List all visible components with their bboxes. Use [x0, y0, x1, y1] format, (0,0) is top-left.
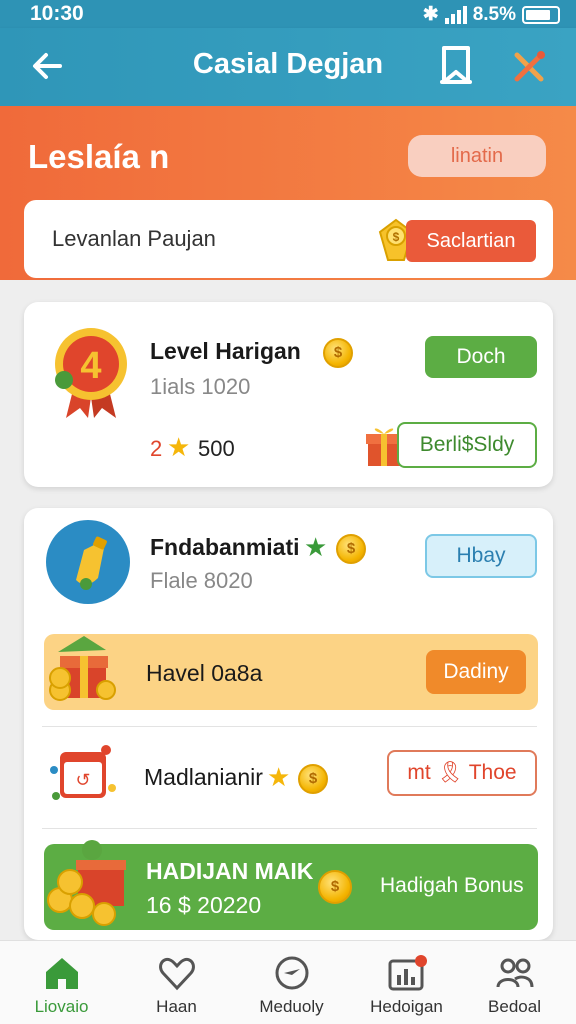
calendar-icon: ↺ [50, 745, 116, 800]
coin-pile-icon [47, 840, 126, 926]
bottom-nav: Liovaio Haan Meduoly Hedoigan Bedoal [0, 940, 576, 1024]
search-label: Levanlan Paujan [52, 226, 216, 251]
promo-row[interactable]: Havel 0a8a Dadiny [44, 634, 538, 710]
bookmark-icon [440, 46, 472, 84]
nav-label: Haan [156, 997, 197, 1016]
bonus-label: Hadigah Bonus [380, 874, 524, 897]
promo-button[interactable]: Dadiny [426, 650, 526, 694]
home-icon [46, 958, 78, 989]
coin-icon: $ [298, 764, 328, 794]
status-time: 10:30 [30, 2, 84, 25]
search-card: Levanlan Paujan $ Saclartian [24, 200, 553, 278]
nav-item-explore[interactable]: Meduoly [234, 941, 349, 1024]
coin-icon: $ [323, 338, 353, 368]
green-star-icon: ★ [304, 532, 328, 562]
banner-title: Leslaía n [28, 138, 170, 175]
nav-label: Hedoigan [370, 997, 443, 1016]
star-icon: ★ [167, 432, 191, 462]
nav-item-favorites[interactable]: Haan [119, 941, 234, 1024]
battery-icon [522, 5, 560, 24]
daily-button[interactable]: mt 🎗 Thoe [387, 750, 537, 796]
search-button[interactable]: Saclartian [406, 220, 536, 262]
bottle-icon [46, 520, 130, 604]
bluetooth-icon: ✱ [422, 4, 439, 25]
page-title: Casial Degjan [192, 48, 384, 80]
svg-text:↺: ↺ [75, 770, 90, 790]
rewards-subtitle: Flale 8020 [150, 568, 253, 593]
nav-item-home[interactable]: Liovaio [4, 941, 119, 1024]
heart-icon [159, 957, 195, 991]
close-icon [514, 51, 545, 82]
nav-label: Bedoal [488, 997, 541, 1016]
nav-item-people[interactable]: Bedoal [457, 941, 572, 1024]
rewards-header: Fndabanmiati ★ $ Flale 8020 Hbay [24, 508, 553, 626]
status-icons: ✱ 8.5% [423, 3, 560, 26]
star-icon: ★ [267, 762, 291, 792]
daily-row: ↺ Madlanianir ★ $ mt 🎗 Thoe [24, 728, 553, 828]
stats-icon [388, 955, 427, 991]
reward-button[interactable]: Berli$Sldy [397, 422, 537, 468]
hbay-button[interactable]: Hbay [425, 534, 537, 578]
level-card: 4 Level Harigan $ 1ials 1020 2 ★ 500 Doc… [24, 302, 553, 487]
close-button[interactable] [508, 46, 550, 88]
banner-pill-button[interactable]: linatin [408, 135, 546, 177]
rewards-title: Fndabanmiati [150, 534, 300, 560]
bonus-title: HADIJAN MAIK [146, 858, 314, 884]
divider [42, 828, 537, 829]
bonus-banner[interactable]: HADIJAN MAIK 16 $ 20220 $ Hadigah Bonus [44, 840, 538, 930]
rewards-card: Fndabanmiati ★ $ Flale 8020 Hbay Havel 0… [24, 508, 553, 940]
daily-label: Madlanianir [144, 764, 263, 790]
nav-label: Liovaio [34, 997, 89, 1016]
divider [42, 726, 537, 727]
stars-value: 500 [198, 436, 235, 461]
bookmark-button[interactable] [436, 44, 476, 88]
nav-label: Meduoly [259, 997, 324, 1016]
compass-icon [275, 956, 309, 990]
svg-text:4: 4 [80, 345, 101, 387]
nav-item-stats[interactable]: Hedoigan [349, 941, 464, 1024]
app-bar: Casial Degjan [0, 28, 576, 106]
svg-text:$: $ [393, 230, 400, 244]
battery-percent: 8.5% [472, 3, 516, 25]
coin-icon: $ [336, 534, 366, 564]
people-icon [496, 958, 534, 988]
status-bar: 10:30 ✱ 8.5% [0, 0, 576, 28]
level-badge-icon: 4 [55, 328, 127, 418]
stars-prefix: 2 [150, 436, 163, 461]
level-title: Level Harigan [150, 338, 301, 364]
promo-label: Havel 0a8a [146, 660, 263, 686]
bonus-amount: 16 $ 20220 [146, 892, 262, 918]
level-subtitle: 1ials 1020 [150, 374, 251, 399]
signal-icon [444, 5, 467, 24]
money-chest-icon [49, 636, 116, 701]
doch-button[interactable]: Doch [425, 336, 537, 378]
coin-icon: $ [318, 870, 352, 904]
